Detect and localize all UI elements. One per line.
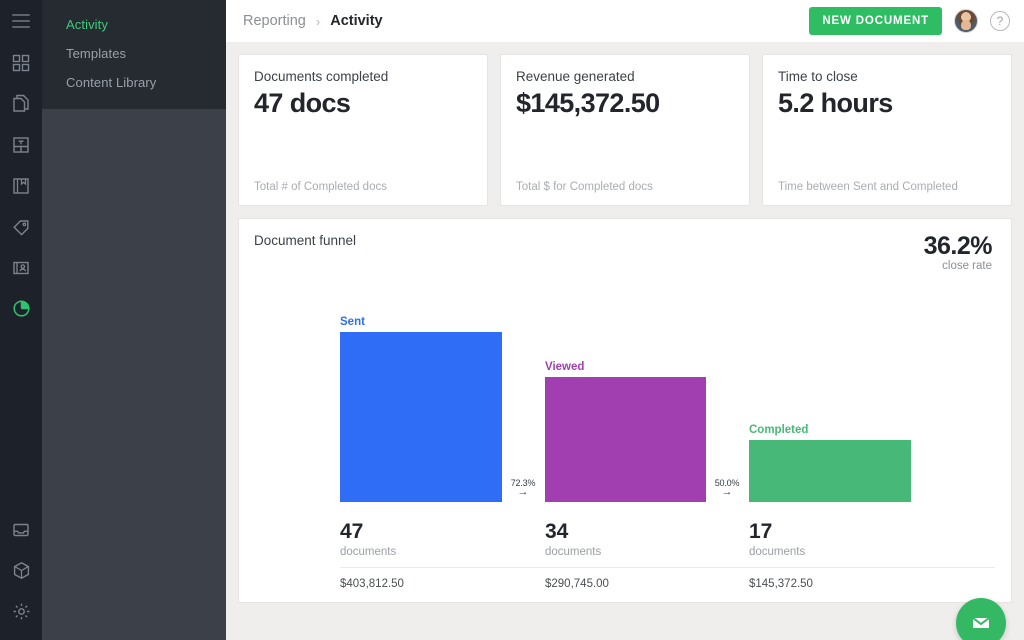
funnel-chart: Sent 47 documents $403,812.50 Viewed 34 docume… xyxy=(239,219,1011,602)
funnel-amount-viewed: $290,745.00 xyxy=(545,578,609,590)
top-bar-actions: NEW DOCUMENT ? xyxy=(809,7,1010,35)
inbox-icon[interactable] xyxy=(0,509,42,550)
envelope-icon xyxy=(972,617,990,628)
sidebar-item-label: Templates xyxy=(66,46,127,61)
stat-card-value: 5.2 hours xyxy=(778,88,893,118)
funnel-bar-completed[interactable] xyxy=(749,440,911,502)
funnel-bar-label-viewed: Viewed xyxy=(545,361,585,373)
message-fab-button[interactable] xyxy=(956,598,1006,640)
stat-card-footnote: Total $ for Completed docs xyxy=(516,181,653,193)
funnel-count-unit: documents xyxy=(749,546,806,558)
help-icon[interactable]: ? xyxy=(990,11,1010,31)
avatar[interactable] xyxy=(954,9,978,33)
funnel-conversion-1: 72.3% → xyxy=(503,478,543,498)
sidebar-item-activity[interactable]: Activity xyxy=(42,10,226,39)
stat-card-footnote: Time between Sent and Completed xyxy=(778,181,958,193)
page-title: Activity xyxy=(330,13,383,29)
sidebar-item-label: Activity xyxy=(66,17,108,32)
funnel-count-viewed: 34 xyxy=(545,520,569,543)
top-bar: Reporting › Activity NEW DOCUMENT ? xyxy=(226,0,1024,42)
funnel-bar-label-sent: Sent xyxy=(340,316,365,328)
stat-card-time-to-close: Time to close 5.2 hours Time between Sen… xyxy=(762,54,1012,206)
funnel-count-completed: 17 xyxy=(749,520,773,543)
new-document-button[interactable]: NEW DOCUMENT xyxy=(809,7,942,35)
stat-card-revenue-generated: Revenue generated $145,372.50 Total $ fo… xyxy=(500,54,750,206)
funnel-amount-sent: $403,812.50 xyxy=(340,578,404,590)
funnel-bar-viewed[interactable] xyxy=(545,377,706,502)
chevron-right-icon: › xyxy=(315,13,321,29)
hamburger-bar xyxy=(12,26,30,28)
reporting-pie-chart-icon[interactable] xyxy=(0,288,42,329)
hamburger-bar xyxy=(12,14,30,16)
funnel-count-unit: documents xyxy=(545,546,602,558)
stat-card-value: 47 docs xyxy=(254,88,351,118)
documents-icon[interactable] xyxy=(0,83,42,124)
sidebar-item-templates[interactable]: Templates xyxy=(42,39,226,68)
template-icon[interactable] xyxy=(0,124,42,165)
breadcrumb: Reporting › Activity xyxy=(226,13,383,29)
stat-card-value: $145,372.50 xyxy=(516,88,660,118)
tag-icon[interactable] xyxy=(0,206,42,247)
arrow-right-icon: → xyxy=(721,486,733,498)
stat-card-title: Time to close xyxy=(778,69,858,84)
settings-gear-icon[interactable] xyxy=(0,591,42,632)
sidebar-item-content-library[interactable]: Content Library xyxy=(42,68,226,97)
main-area: Reporting › Activity NEW DOCUMENT ? Docu… xyxy=(226,0,1024,640)
arrow-right-icon: → xyxy=(517,486,529,498)
funnel-conversion-2: 50.0% → xyxy=(707,478,747,498)
breadcrumb-parent[interactable]: Reporting xyxy=(243,13,306,29)
funnel-count-sent: 47 xyxy=(340,520,364,543)
funnel-bar-label-completed: Completed xyxy=(749,424,809,436)
document-funnel-panel: Document funnel 36.2% close rate Sent 47 d… xyxy=(238,218,1012,603)
funnel-divider xyxy=(340,567,995,568)
submenu-panel: Activity Templates Content Library xyxy=(42,0,226,640)
content-area: Documents completed 47 docs Total # of C… xyxy=(226,42,1024,640)
hamburger-icon[interactable] xyxy=(0,0,42,42)
contacts-card-icon[interactable] xyxy=(0,247,42,288)
stat-cards-row: Documents completed 47 docs Total # of C… xyxy=(238,54,1012,206)
funnel-amount-completed: $145,372.50 xyxy=(749,578,813,590)
hamburger-bar xyxy=(12,20,30,22)
funnel-bar-sent[interactable] xyxy=(340,332,502,502)
submenu-list: Activity Templates Content Library xyxy=(42,0,226,109)
stat-card-documents-completed: Documents completed 47 docs Total # of C… xyxy=(238,54,488,206)
integrations-cube-icon[interactable] xyxy=(0,550,42,591)
sidebar-item-label: Content Library xyxy=(66,75,157,90)
funnel-count-unit: documents xyxy=(340,546,397,558)
stat-card-title: Revenue generated xyxy=(516,69,635,84)
stat-card-footnote: Total # of Completed docs xyxy=(254,181,387,193)
icon-rail-top-group xyxy=(0,0,42,329)
icon-rail-bottom-group xyxy=(0,509,42,640)
icon-rail xyxy=(0,0,42,640)
dashboard-grid-icon[interactable] xyxy=(0,42,42,83)
application-window: Activity Templates Content Library Repor… xyxy=(0,0,1024,640)
stat-card-title: Documents completed xyxy=(254,69,389,84)
content-library-book-icon[interactable] xyxy=(0,165,42,206)
